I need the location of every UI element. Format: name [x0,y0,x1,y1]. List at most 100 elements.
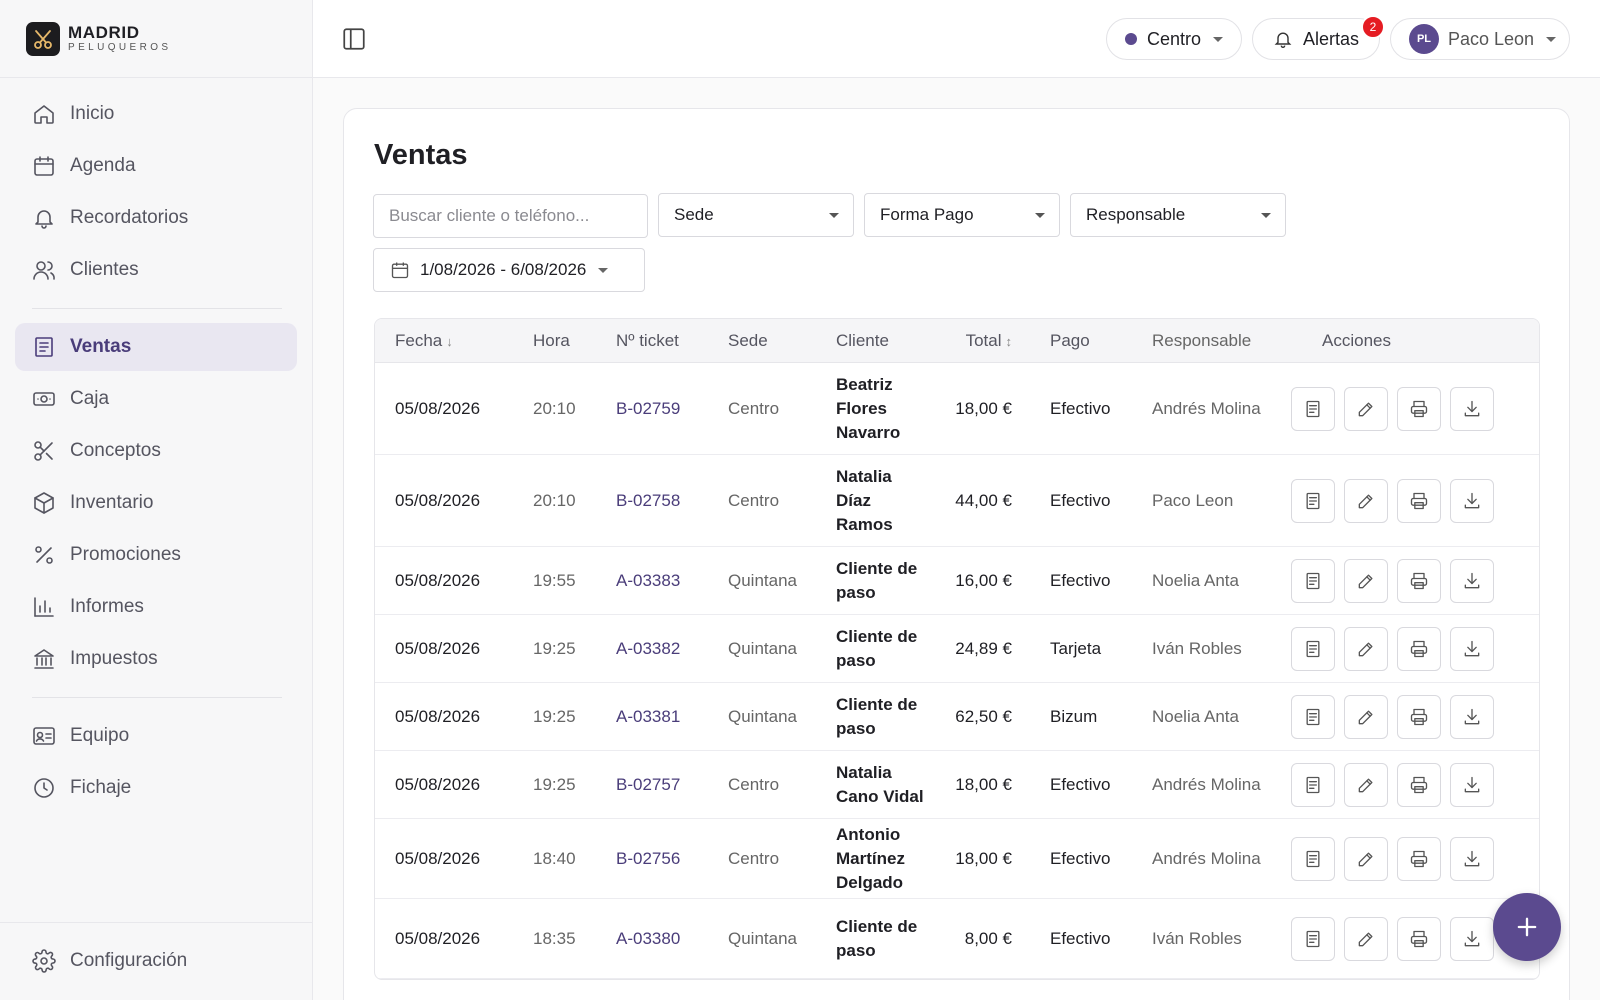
print-ticket-button[interactable] [1397,762,1441,807]
sidebar-item-impuestos[interactable]: Impuestos [15,635,297,683]
sidebar-item-label: Inicio [70,103,115,124]
alerts-button[interactable]: Alertas 2 [1252,15,1385,60]
box-icon [32,491,56,515]
print-ticket-button[interactable] [1397,916,1441,961]
location-label: Centro [1147,28,1202,49]
location-selector[interactable]: Centro [1106,18,1242,60]
id-card-icon [32,724,56,748]
cell-ticket[interactable]: B-02756 [596,849,708,869]
cell-ticket[interactable]: B-02759 [596,399,708,419]
print-ticket-button[interactable] [1397,386,1441,431]
search-input[interactable] [374,195,647,237]
sidebar-item-informes[interactable]: Informes [15,583,297,631]
print-ticket-button[interactable] [1397,558,1441,603]
cell-fecha: 05/08/2026 [395,570,481,590]
header-hora: Hora [533,330,570,350]
search-field[interactable] [373,194,648,238]
sidebar-item-agenda[interactable]: Agenda [15,142,297,190]
sidebar-item-equipo[interactable]: Equipo [15,712,297,760]
sidebar-item-inventario[interactable]: Inventario [15,479,297,527]
print-ticket-button[interactable] [1397,836,1441,881]
sidebar-item-inicio[interactable]: Inicio [15,90,297,138]
download-ticket-button[interactable] [1450,694,1494,739]
print-ticket-button[interactable] [1397,478,1441,523]
print-ticket-button[interactable] [1397,626,1441,671]
cell-responsable: Paco Leon [1152,490,1234,510]
download-ticket-button[interactable] [1450,626,1494,671]
cell-ticket[interactable]: A-03381 [596,707,708,727]
download-ticket-button[interactable] [1450,762,1494,807]
cell-ticket[interactable]: B-02758 [596,491,708,511]
row-actions [1282,386,1494,431]
sidebar-item-clientes[interactable]: Clientes [15,246,297,294]
responsable-filter[interactable]: Responsable [1070,193,1286,237]
edit-icon [1356,929,1376,949]
edit-ticket-button[interactable] [1344,626,1388,671]
cell-ticket[interactable]: A-03380 [596,929,708,949]
cell-sede: Quintana [728,638,797,658]
edit-ticket-button[interactable] [1344,478,1388,523]
view-ticket-button[interactable] [1291,836,1335,881]
cell-ticket[interactable]: B-02757 [596,775,708,795]
cell-responsable: Andrés Molina [1152,848,1261,868]
view-ticket-button[interactable] [1291,762,1335,807]
user-menu[interactable]: PL Paco Leon [1390,18,1570,60]
add-sale-button[interactable] [1493,893,1561,961]
sede-filter[interactable]: Sede [658,193,854,237]
cell-pago: Efectivo [1050,848,1111,868]
chevron-down-icon [1213,36,1224,42]
date-range-picker[interactable]: 1/08/2026 - 6/08/2026 [373,248,645,292]
download-ticket-button[interactable] [1450,836,1494,881]
scissors-icon [32,439,56,463]
view-ticket-button[interactable] [1291,478,1335,523]
sidebar-item-label: Inventario [70,492,154,513]
edit-ticket-button[interactable] [1344,836,1388,881]
view-ticket-button[interactable] [1291,386,1335,431]
view-icon [1303,849,1323,869]
view-ticket-button[interactable] [1291,694,1335,739]
chevron-down-icon [1261,212,1271,218]
cell-responsable: Andrés Molina [1152,774,1261,794]
print-ticket-button[interactable] [1397,694,1441,739]
brand[interactable]: MADRID PELUQUEROS [0,0,312,78]
sidebar-item-label: Recordatorios [70,207,189,228]
edit-ticket-button[interactable] [1344,694,1388,739]
view-ticket-button[interactable] [1291,558,1335,603]
header-fecha[interactable]: Fecha ↓ [375,331,513,351]
sidebar-item-conceptos[interactable]: Conceptos [15,427,297,475]
edit-icon [1356,399,1376,419]
sidebar-item-fichaje[interactable]: Fichaje [15,764,297,812]
brand-subtitle: PELUQUEROS [68,41,172,53]
cell-pago: Tarjeta [1050,638,1102,658]
edit-ticket-button[interactable] [1344,916,1388,961]
forma-pago-filter[interactable]: Forma Pago [864,193,1060,237]
edit-ticket-button[interactable] [1344,558,1388,603]
sidebar-item-promociones[interactable]: Promociones [15,531,297,579]
sidebar-item-recordatorios[interactable]: Recordatorios [15,194,297,242]
brand-name: MADRID [68,22,140,42]
sidebar: MADRID PELUQUEROS Inicio Agenda Recordat… [0,0,313,1000]
cell-responsable: Iván Robles [1152,928,1242,948]
sidebar-item-caja[interactable]: Caja [15,375,297,423]
download-ticket-button[interactable] [1450,478,1494,523]
edit-ticket-button[interactable] [1344,386,1388,431]
sidebar-item-ventas[interactable]: Ventas [15,323,297,371]
download-ticket-button[interactable] [1450,386,1494,431]
calendar-icon [32,154,56,178]
view-ticket-button[interactable] [1291,626,1335,671]
table-body: 05/08/2026 20:10 B-02759 Centro Beatriz Flor… [375,363,1539,979]
download-ticket-button[interactable] [1450,558,1494,603]
cell-hora: 18:40 [533,848,576,868]
sidebar-toggle-icon[interactable] [341,26,367,52]
view-icon [1303,571,1323,591]
edit-ticket-button[interactable] [1344,762,1388,807]
download-ticket-button[interactable] [1450,916,1494,961]
sales-table: Fecha ↓ Hora Nº ticket Sede Cliente Total… [374,318,1540,980]
header-total[interactable]: Total ↕ [928,331,1012,351]
row-actions [1282,836,1494,881]
view-ticket-button[interactable] [1291,916,1335,961]
cell-ticket[interactable]: A-03382 [596,639,708,659]
cell-ticket[interactable]: A-03383 [596,571,708,591]
cell-sede: Centro [728,848,780,868]
sidebar-item-configuracion[interactable]: Configuración [15,937,297,985]
